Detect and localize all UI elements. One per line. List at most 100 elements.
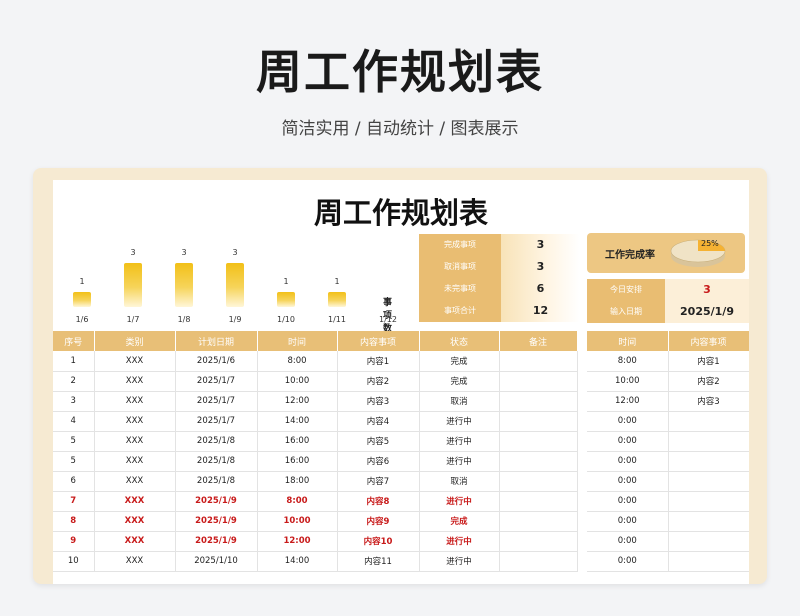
table-cell[interactable]: 8:00: [257, 491, 338, 512]
table-cell[interactable]: 7: [53, 491, 95, 512]
table-cell[interactable]: 2025/1/9: [175, 531, 258, 552]
table-cell[interactable]: 进行中: [419, 431, 500, 452]
table-cell[interactable]: 内容5: [337, 431, 420, 452]
today-value[interactable]: 3: [665, 279, 749, 301]
table-cell[interactable]: [499, 371, 578, 392]
table-cell[interactable]: XXX: [94, 471, 176, 492]
table-cell[interactable]: XXX: [94, 551, 176, 572]
table-cell[interactable]: 6: [53, 471, 95, 492]
table-cell[interactable]: XXX: [94, 371, 176, 392]
table-cell[interactable]: 8:00: [587, 351, 669, 372]
table-cell[interactable]: [499, 431, 578, 452]
table-cell[interactable]: XXX: [94, 391, 176, 412]
table-cell[interactable]: 0:00: [587, 471, 669, 492]
table-cell[interactable]: [668, 531, 749, 552]
table-cell[interactable]: 2025/1/6: [175, 351, 258, 372]
table-cell[interactable]: 完成: [419, 371, 500, 392]
table-cell[interactable]: XXX: [94, 451, 176, 472]
column-header[interactable]: 序号: [53, 331, 95, 351]
table-cell[interactable]: 12:00: [257, 531, 338, 552]
table-cell[interactable]: 内容8: [337, 491, 420, 512]
table-cell[interactable]: 2025/1/9: [175, 491, 258, 512]
table-cell[interactable]: [668, 431, 749, 452]
table-cell[interactable]: 2025/1/7: [175, 371, 258, 392]
table-cell[interactable]: 进行中: [419, 491, 500, 512]
table-cell[interactable]: [668, 471, 749, 492]
table-cell[interactable]: 0:00: [587, 511, 669, 532]
table-cell[interactable]: 内容1: [668, 351, 749, 372]
table-cell[interactable]: 16:00: [257, 431, 338, 452]
table-cell[interactable]: 8: [53, 511, 95, 532]
table-cell[interactable]: [499, 451, 578, 472]
table-cell[interactable]: [499, 551, 578, 572]
table-cell[interactable]: [668, 511, 749, 532]
table-cell[interactable]: 14:00: [257, 411, 338, 432]
table-cell[interactable]: 内容10: [337, 531, 420, 552]
table-cell[interactable]: 2025/1/8: [175, 431, 258, 452]
column-header[interactable]: 内容事项: [337, 331, 420, 351]
table-cell[interactable]: 内容9: [337, 511, 420, 532]
table-cell[interactable]: 内容11: [337, 551, 420, 572]
table-cell[interactable]: 取消: [419, 471, 500, 492]
table-cell[interactable]: 内容7: [337, 471, 420, 492]
table-cell[interactable]: 内容3: [337, 391, 420, 412]
table-cell[interactable]: 2025/1/10: [175, 551, 258, 572]
table-cell[interactable]: 完成: [419, 511, 500, 532]
table-cell[interactable]: 内容2: [337, 371, 420, 392]
table-cell[interactable]: 取消: [419, 391, 500, 412]
table-cell[interactable]: 10:00: [257, 511, 338, 532]
table-cell[interactable]: XXX: [94, 351, 176, 372]
table-cell[interactable]: 进行中: [419, 451, 500, 472]
table-cell[interactable]: 0:00: [587, 411, 669, 432]
table-cell[interactable]: 8:00: [257, 351, 338, 372]
table-cell[interactable]: [499, 351, 578, 372]
table-cell[interactable]: [668, 411, 749, 432]
table-cell[interactable]: 2025/1/9: [175, 511, 258, 532]
table-cell[interactable]: 2: [53, 371, 95, 392]
table-cell[interactable]: XXX: [94, 411, 176, 432]
column-header[interactable]: 计划日期: [175, 331, 258, 351]
table-cell[interactable]: 14:00: [257, 551, 338, 572]
table-cell[interactable]: 2025/1/8: [175, 451, 258, 472]
table-cell[interactable]: 内容1: [337, 351, 420, 372]
column-header[interactable]: 备注: [499, 331, 578, 351]
table-cell[interactable]: 进行中: [419, 411, 500, 432]
table-cell[interactable]: 0:00: [587, 491, 669, 512]
column-header[interactable]: 时间: [257, 331, 338, 351]
table-cell[interactable]: 0:00: [587, 451, 669, 472]
table-cell[interactable]: 完成: [419, 351, 500, 372]
table-cell[interactable]: XXX: [94, 431, 176, 452]
column-header[interactable]: 状态: [419, 331, 500, 351]
table-cell[interactable]: 内容4: [337, 411, 420, 432]
table-cell[interactable]: 1: [53, 351, 95, 372]
table-cell[interactable]: [499, 491, 578, 512]
table-cell[interactable]: 0:00: [587, 551, 669, 572]
table-cell[interactable]: [499, 411, 578, 432]
table-cell[interactable]: XXX: [94, 531, 176, 552]
table-cell[interactable]: 10: [53, 551, 95, 572]
table-cell[interactable]: 16:00: [257, 451, 338, 472]
table-cell[interactable]: 2025/1/7: [175, 411, 258, 432]
table-cell[interactable]: [499, 531, 578, 552]
table-cell[interactable]: 5: [53, 451, 95, 472]
table-cell[interactable]: XXX: [94, 491, 176, 512]
table-cell[interactable]: [499, 471, 578, 492]
table-cell[interactable]: 5: [53, 431, 95, 452]
table-cell[interactable]: 进行中: [419, 551, 500, 572]
table-cell[interactable]: 2025/1/8: [175, 471, 258, 492]
table-cell[interactable]: 2025/1/7: [175, 391, 258, 412]
table-cell[interactable]: 0:00: [587, 531, 669, 552]
table-cell[interactable]: [499, 511, 578, 532]
table-cell[interactable]: [668, 451, 749, 472]
column-header[interactable]: 内容事项: [668, 331, 749, 351]
table-cell[interactable]: 内容2: [668, 371, 749, 392]
table-cell[interactable]: [499, 391, 578, 412]
column-header[interactable]: 类别: [94, 331, 176, 351]
table-cell[interactable]: 内容3: [668, 391, 749, 412]
table-cell[interactable]: [668, 551, 749, 572]
table-cell[interactable]: 内容6: [337, 451, 420, 472]
column-header[interactable]: 时间: [587, 331, 669, 351]
table-cell[interactable]: 18:00: [257, 471, 338, 492]
table-cell[interactable]: 10:00: [587, 371, 669, 392]
table-cell[interactable]: 进行中: [419, 531, 500, 552]
